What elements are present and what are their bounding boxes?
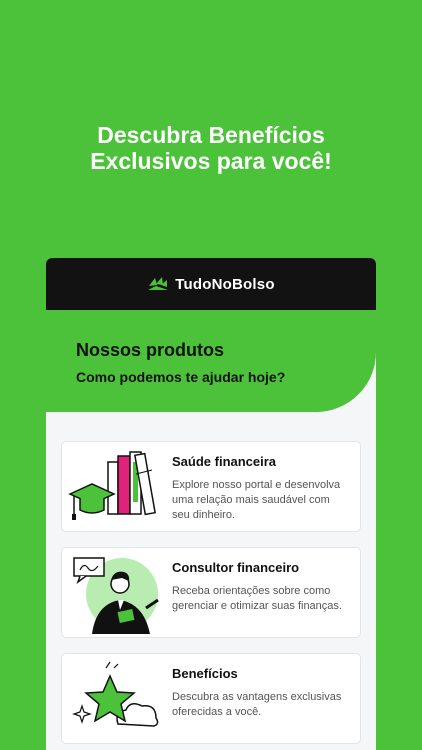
star-cloud-icon (72, 661, 159, 727)
product-card-consultor-financeiro[interactable]: Consultor financeiro Receba orientações … (61, 547, 361, 638)
products-subtitle: Como podemos te ajudar hoje? (76, 369, 286, 385)
product-card-title: Benefícios (172, 666, 238, 681)
product-card-title: Saúde financeira (172, 454, 277, 469)
product-card-title: Consultor financeiro (172, 560, 300, 575)
products-title: Nossos produtos (76, 340, 225, 360)
promo-headline: Descubra Benefícios Exclusivos para você… (0, 122, 422, 174)
headline-line-1: Descubra Benefícios (97, 122, 325, 148)
headline-line-2: Exclusivos para você! (90, 148, 332, 174)
brand-logo-icon (148, 277, 169, 290)
product-card-saude-financeira[interactable]: Saúde financeira Explore nosso portal e … (61, 441, 361, 532)
product-card-description: Receba orientações sobre como gerenciar … (172, 585, 342, 612)
product-card-beneficios[interactable]: Benefícios Descubra as vantagens exclusi… (61, 653, 361, 744)
books-graduation-cap-icon (68, 451, 157, 520)
product-card-description: Descubra as vantagens exclusivas ofereci… (172, 691, 342, 718)
app-screen: TudoNoBolso Nossos produtos Como podemos… (46, 258, 376, 750)
product-card-description: Explore nosso portal e desenvolva uma re… (172, 479, 341, 521)
product-list: Saúde financeira Explore nosso portal e … (46, 412, 376, 744)
consultant-person-icon (73, 557, 159, 634)
app-topbar: TudoNoBolso (46, 258, 376, 310)
products-hero: Nossos produtos Como podemos te ajudar h… (46, 310, 376, 412)
brand-name: TudoNoBolso (175, 275, 275, 293)
